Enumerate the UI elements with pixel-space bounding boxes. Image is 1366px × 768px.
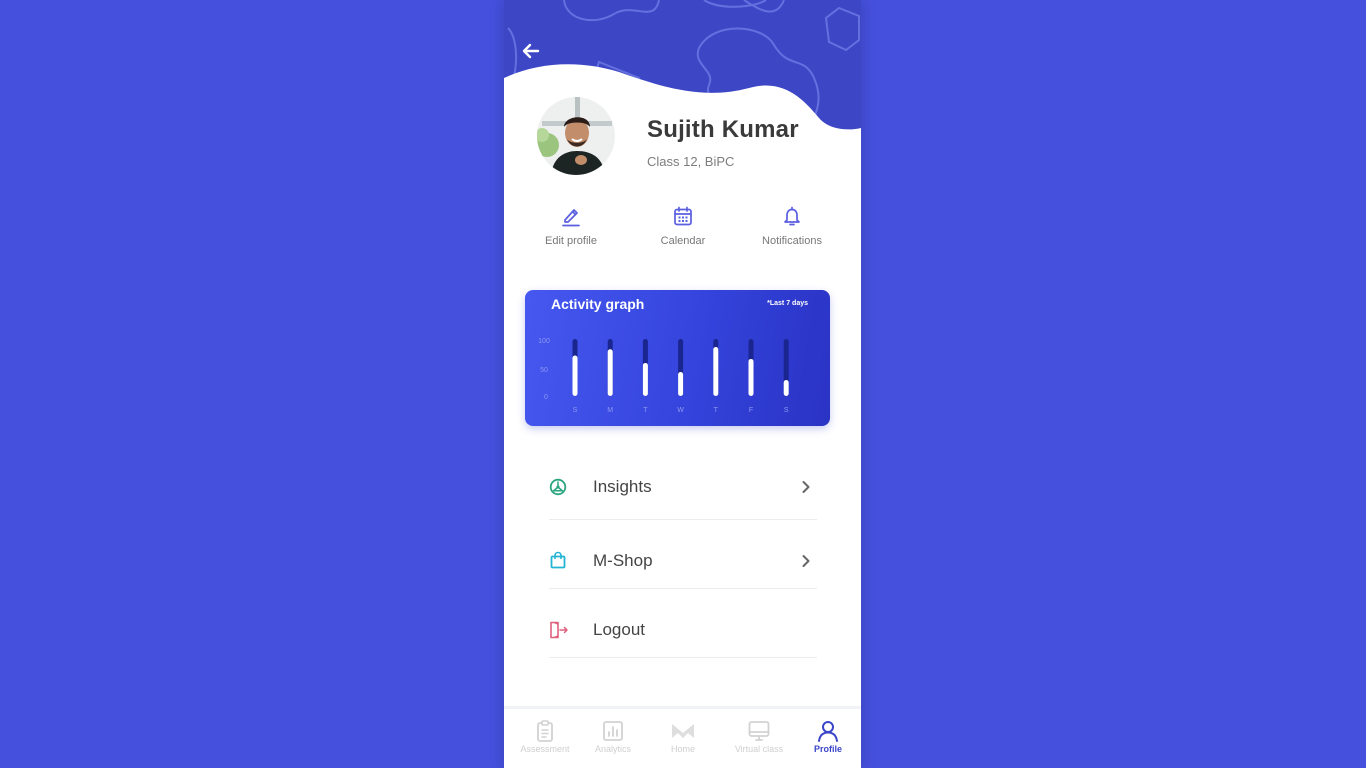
x-tick-label: S xyxy=(573,407,578,414)
clipboard-icon xyxy=(537,720,553,742)
user-icon xyxy=(818,721,838,742)
insights-label: Insights xyxy=(593,477,652,496)
y-tick-label: 100 xyxy=(538,338,550,345)
bar xyxy=(783,380,789,396)
chevron-right-icon xyxy=(802,555,810,567)
logout-icon xyxy=(550,621,568,639)
tab-assessment-label: Assessment xyxy=(520,744,570,754)
menu-item-insights[interactable]: Insights xyxy=(549,450,817,520)
tab-home[interactable]: Home xyxy=(648,719,718,754)
edit-profile-label: Edit profile xyxy=(545,235,597,247)
bar xyxy=(642,362,648,396)
tab-home-label: Home xyxy=(670,744,695,754)
notifications-button[interactable]: Notifications xyxy=(742,205,842,247)
tab-virtual-class[interactable]: Virtual class xyxy=(724,719,794,754)
bar xyxy=(607,349,613,396)
profile-screen: Sujith Kumar Class 12, BiPC Edit profile… xyxy=(504,0,861,768)
logout-label: Logout xyxy=(593,620,645,639)
chevron-right-icon xyxy=(802,481,810,493)
bar xyxy=(713,346,719,396)
calendar-label: Calendar xyxy=(660,235,706,247)
bar-chart-icon xyxy=(603,721,623,741)
shopping-bag-icon xyxy=(550,551,566,569)
x-tick-label: F xyxy=(749,407,753,414)
profile-photo xyxy=(537,97,615,175)
back-button[interactable] xyxy=(520,40,542,62)
notifications-label: Notifications xyxy=(762,235,822,247)
activity-chart: 100 50 0 S M T W T F S xyxy=(538,338,789,414)
activity-graph-card: Activity graph *Last 7 days 100 50 0 SMT… xyxy=(525,290,830,426)
tab-analytics[interactable]: Analytics xyxy=(578,719,648,754)
x-tick-label: S xyxy=(784,407,789,414)
profile-name: Sujith Kumar xyxy=(647,116,799,143)
tab-assessment[interactable]: Assessment xyxy=(510,719,580,754)
x-tick-label: M xyxy=(607,407,613,414)
avatar[interactable] xyxy=(537,97,615,175)
bar xyxy=(678,372,684,396)
tab-profile-label: Profile xyxy=(813,744,842,754)
bar xyxy=(572,355,578,396)
calendar-icon xyxy=(674,206,692,226)
edit-profile-button[interactable]: Edit profile xyxy=(521,205,621,247)
bottom-tab-bar: Assessment Analytics Home Virtual class xyxy=(504,706,861,768)
tab-analytics-label: Analytics xyxy=(594,744,631,754)
y-tick-label: 50 xyxy=(540,367,548,374)
calendar-button[interactable]: Calendar xyxy=(633,205,733,247)
x-tick-label: W xyxy=(677,407,684,414)
arrow-left-icon xyxy=(522,43,540,59)
menu-item-logout[interactable]: Logout xyxy=(549,588,817,658)
m-shop-label: M-Shop xyxy=(593,551,653,570)
profile-class: Class 12, BiPC xyxy=(647,154,735,169)
tab-profile[interactable]: Profile xyxy=(793,719,861,754)
bar xyxy=(748,358,754,396)
menu-item-m-shop[interactable]: M-Shop xyxy=(549,519,817,589)
bell-icon xyxy=(784,206,800,226)
monitor-icon xyxy=(748,721,770,741)
x-tick-label: T xyxy=(714,407,719,414)
x-tick-label: T xyxy=(643,407,648,414)
pencil-icon xyxy=(562,209,580,227)
tab-virtual-class-label: Virtual class xyxy=(734,744,784,754)
insights-icon xyxy=(549,478,567,496)
home-logo-icon xyxy=(672,724,694,738)
y-tick-label: 0 xyxy=(544,394,548,401)
